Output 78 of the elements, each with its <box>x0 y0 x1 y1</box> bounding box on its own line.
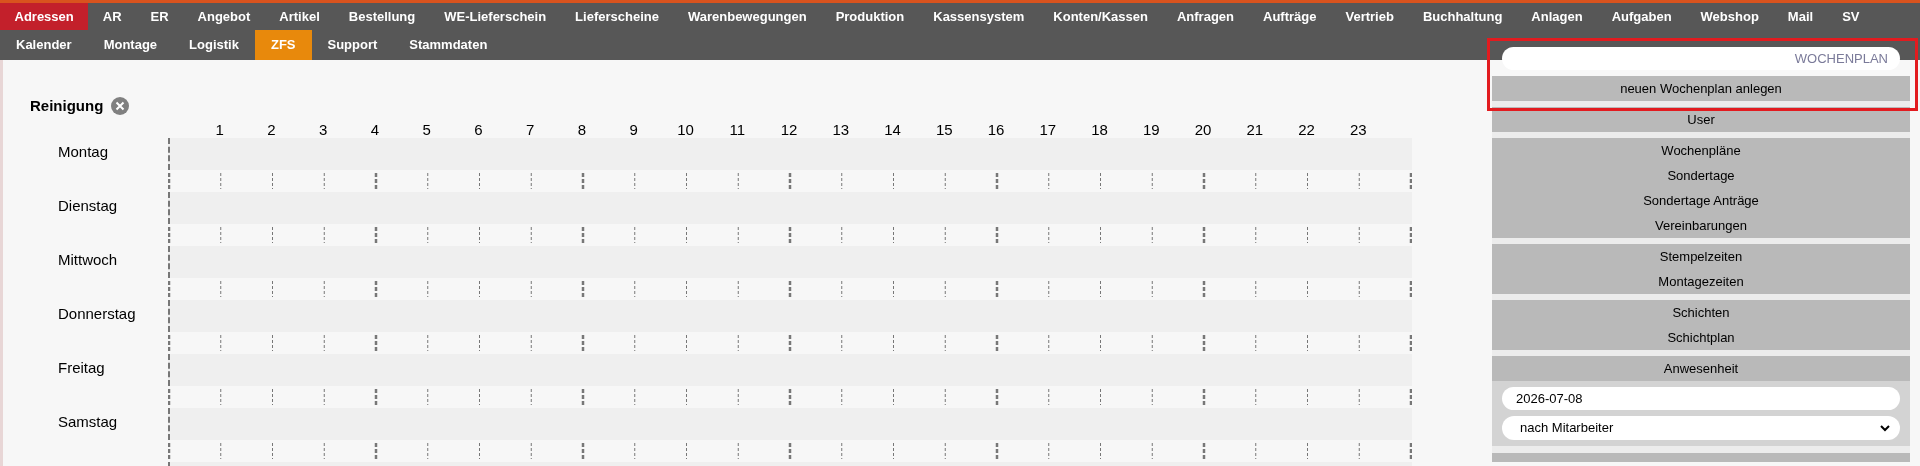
menu-tab[interactable]: Aufgaben <box>1597 3 1687 30</box>
menu-tab[interactable]: Konten/Kassen <box>1038 3 1163 30</box>
hour-label: 7 <box>526 122 535 138</box>
menu-tab[interactable]: SV <box>1827 3 1874 30</box>
hour-label: 17 <box>1039 122 1057 138</box>
hour-label: 5 <box>422 122 431 138</box>
menu-tab[interactable]: Vertrieb <box>1330 3 1409 30</box>
hour-label: 11 <box>729 122 746 138</box>
day-label: Donnerstag <box>58 305 136 322</box>
date-field[interactable]: 2026-07-08 <box>1502 387 1900 410</box>
schedule-bar[interactable] <box>168 246 1412 278</box>
menu-tab[interactable]: Artikel <box>264 3 335 30</box>
hour-label: 23 <box>1349 122 1367 138</box>
day-label: Montag <box>58 143 109 160</box>
hour-label: 15 <box>935 122 953 138</box>
sidebar-item[interactable]: Montagezeiten <box>1492 269 1910 294</box>
menu-tab[interactable]: Adressen <box>0 3 89 30</box>
sidebar-item[interactable]: Vereinbarungen <box>1492 213 1910 238</box>
close-icon[interactable] <box>111 97 130 115</box>
sidebar-item[interactable]: Sondertage <box>1492 163 1910 188</box>
hour-label: 8 <box>577 122 587 138</box>
submenu-tab[interactable]: Montage <box>87 30 174 60</box>
menu-tab[interactable]: Anfragen <box>1162 3 1249 30</box>
menu-tab[interactable]: Anlagen <box>1516 3 1598 30</box>
create-button[interactable]: neuen Wochenplan anlegen <box>1492 76 1910 101</box>
menu-tab[interactable]: Kassensystem <box>918 3 1039 30</box>
sidebar-item[interactable]: User <box>1492 107 1910 132</box>
schedule-bar[interactable] <box>168 192 1412 224</box>
day-label: Freitag <box>58 359 105 376</box>
hour-label: 1 <box>215 122 224 138</box>
menu-tab[interactable]: AR <box>88 3 137 30</box>
menu-tab[interactable]: Aufträge <box>1248 3 1331 30</box>
submenu-tab[interactable]: Support <box>311 30 394 60</box>
hour-label: 22 <box>1298 122 1315 138</box>
day-label: Dienstag <box>58 197 118 214</box>
hour-label: 4 <box>370 122 380 138</box>
chevron-down-icon <box>1880 424 1890 432</box>
hour-label: 21 <box>1246 122 1264 138</box>
sidebar-item[interactable]: Stempelzeiten <box>1492 244 1910 269</box>
menu-tab[interactable]: Lieferscheine <box>560 3 674 30</box>
filter-dropdown[interactable]: nach Mitarbeiter <box>1502 416 1900 440</box>
menu-tab[interactable]: Angebot <box>183 3 265 30</box>
schedule-bar[interactable] <box>168 138 1412 170</box>
hour-label: 16 <box>987 122 1005 138</box>
hour-label: 3 <box>319 122 328 138</box>
menu-tab[interactable]: ER <box>136 3 184 30</box>
sidebar-item[interactable]: Anwesenheit <box>1492 356 1910 381</box>
menu-tab[interactable]: Mail <box>1773 3 1828 30</box>
hour-label: 20 <box>1194 122 1212 138</box>
menu-tab[interactable]: Webshop <box>1686 3 1774 30</box>
menu-tab[interactable]: WE-Lieferschein <box>429 3 561 30</box>
submenu-tab[interactable]: Kalender <box>0 30 88 60</box>
hour-label: 13 <box>832 122 850 138</box>
submenu-tab[interactable]: Logistik <box>173 30 255 60</box>
menu-tab[interactable]: Bestellung <box>334 3 430 30</box>
menu-tab[interactable]: Buchhaltung <box>1408 3 1517 30</box>
hour-label: 6 <box>474 122 483 138</box>
submenu-tab[interactable]: Stammdaten <box>393 30 504 60</box>
day-label: Mittwoch <box>58 251 118 268</box>
plan-title: Reinigung <box>30 95 104 116</box>
sidebar-item[interactable]: Sondertage Anträge <box>1492 188 1910 213</box>
hour-label: 14 <box>884 122 901 138</box>
hour-label: 10 <box>677 122 694 138</box>
sidebar-item[interactable]: Schichten <box>1492 300 1910 325</box>
sidebar-item[interactable]: Wochenpläne <box>1492 138 1910 163</box>
schedule-bar[interactable] <box>168 408 1412 440</box>
schedule-bar[interactable] <box>168 300 1412 332</box>
hour-label: 2 <box>267 122 276 138</box>
hour-label: 18 <box>1091 122 1108 138</box>
hour-label: 19 <box>1142 122 1160 138</box>
schedule-bar[interactable] <box>168 354 1412 386</box>
menu-tab[interactable]: Produktion <box>821 3 919 30</box>
menu-tab[interactable]: Warenbewegungen <box>673 3 822 30</box>
sidebar-item[interactable]: Schichtplan <box>1492 325 1910 350</box>
hour-label: 12 <box>780 122 798 138</box>
day-label: Samstag <box>58 413 118 430</box>
hour-label: 9 <box>629 122 638 138</box>
search-field[interactable]: WOCHENPLAN <box>1502 47 1900 70</box>
